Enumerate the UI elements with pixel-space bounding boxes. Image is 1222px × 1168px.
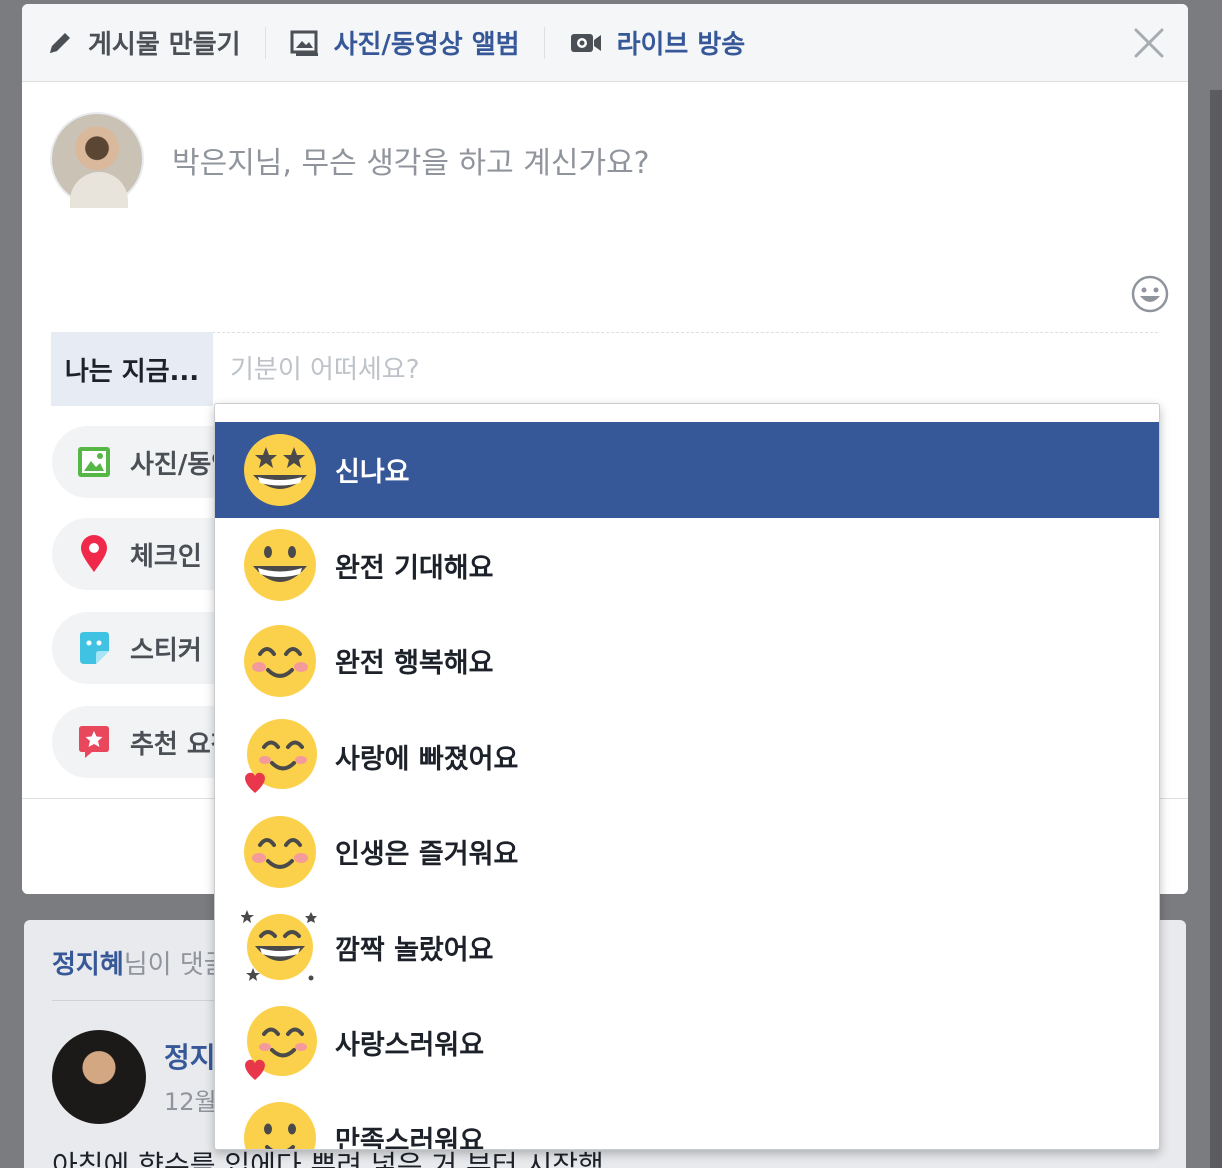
- in-love-emoji-icon: [245, 1005, 317, 1080]
- photo-icon: [78, 447, 110, 477]
- feeling-item-in-love[interactable]: 사랑에 빠졌어요: [215, 709, 1159, 805]
- story-timestamp[interactable]: 12월: [164, 1082, 217, 1117]
- post-text-placeholder[interactable]: 박은지님, 무슨 생각을 하고 계신가요?: [172, 138, 650, 182]
- feeling-dropdown: 신나요 완전 기대해요 완전 행복해요 사랑에 빠졌어요 인생은 즐거워요 깜짝…: [214, 403, 1160, 1150]
- feeling-label: 깜짝 놀랐어요: [335, 934, 494, 966]
- sparkle-grin-emoji-icon: [241, 910, 317, 982]
- action-label: 체크인: [130, 541, 202, 572]
- feeling-item-excited[interactable]: 신나요: [215, 422, 1159, 518]
- tab-create-post[interactable]: 게시물 만들기: [46, 4, 241, 82]
- feeling-label: 완전 기대해요: [335, 552, 494, 584]
- story-author-name[interactable]: 정지: [164, 1036, 216, 1076]
- feeling-search-input[interactable]: [230, 352, 1130, 388]
- tab-live-video[interactable]: 라이브 방송: [569, 4, 746, 82]
- recommendation-icon: [79, 726, 109, 758]
- feeling-label: 만족스러워요: [335, 1125, 485, 1150]
- tab-label: 게시물 만들기: [88, 30, 241, 60]
- close-icon[interactable]: [1132, 26, 1166, 60]
- feeling-item-very-happy[interactable]: 완전 행복해요: [215, 613, 1159, 709]
- tab-photo-album[interactable]: 사진/동영상 앨범: [290, 4, 520, 82]
- location-pin-icon: [81, 535, 107, 572]
- tab-label: 사진/동영상 앨범: [333, 30, 520, 60]
- feeling-label: 사랑스러워요: [335, 1030, 485, 1062]
- smiley-icon[interactable]: [1130, 274, 1170, 314]
- feeling-label: 완전 행복해요: [335, 648, 494, 680]
- feeling-item-life-is-good[interactable]: 인생은 즐거워요: [215, 804, 1159, 900]
- story-header: 정지혜님이 댓글: [52, 944, 228, 981]
- feeling-list: 신나요 완전 기대해요 완전 행복해요 사랑에 빠졌어요 인생은 즐거워요 깜짝…: [215, 422, 1159, 1150]
- in-love-emoji-icon: [245, 719, 317, 794]
- content-emoji-icon: [244, 1102, 316, 1149]
- avatar[interactable]: [52, 1030, 146, 1124]
- background-edge: [1210, 90, 1222, 1168]
- divider: [212, 332, 1158, 333]
- tab-divider: [264, 26, 266, 59]
- story-header-suffix: 님이 댓글: [123, 950, 228, 980]
- action-label: 스티커: [130, 635, 202, 666]
- feeling-item-lovely[interactable]: 사랑스러워요: [215, 995, 1159, 1091]
- feeling-label: 신나요: [335, 457, 410, 489]
- story-header-name[interactable]: 정지혜: [52, 950, 124, 980]
- feeling-item-surprised[interactable]: 깜짝 놀랐어요: [215, 900, 1159, 996]
- photo-album-icon: [290, 30, 318, 56]
- star-eyes-emoji-icon: [244, 433, 316, 506]
- happy-blush-emoji-icon: [244, 624, 316, 697]
- tab-label: 라이브 방송: [616, 30, 746, 60]
- composer-tabs: 게시물 만들기 사진/동영상 앨범 라이브 방송: [22, 4, 1188, 82]
- feeling-item-excited-expecting[interactable]: 완전 기대해요: [215, 518, 1159, 614]
- tab-divider: [543, 26, 545, 59]
- avatar[interactable]: [50, 112, 144, 208]
- big-grin-emoji-icon: [244, 529, 316, 602]
- feeling-label: 나는 지금...: [51, 332, 213, 406]
- happy-blush-emoji-icon: [244, 815, 316, 888]
- sticker-icon: [80, 632, 109, 664]
- feeling-label: 사랑에 빠졌어요: [335, 743, 519, 775]
- feeling-label: 인생은 즐거워요: [335, 839, 519, 871]
- video-camera-icon: [570, 33, 601, 52]
- feeling-item-satisfied[interactable]: 만족스러워요: [215, 1091, 1159, 1150]
- pencil-icon: [50, 32, 70, 53]
